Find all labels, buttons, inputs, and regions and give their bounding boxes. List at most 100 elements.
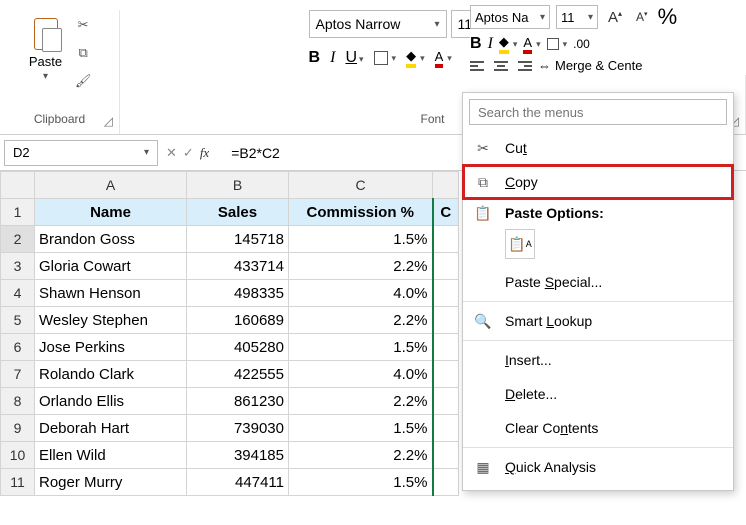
cell-commission[interactable]: 1.5% <box>289 226 433 253</box>
copy-icon[interactable]: ⧉ <box>72 42 94 64</box>
cell-sales[interactable]: 498335 <box>187 280 289 307</box>
align-left-icon[interactable] <box>470 59 484 73</box>
menu-search-input[interactable] <box>469 99 727 125</box>
italic-button[interactable]: I <box>330 49 335 67</box>
paste-option-default[interactable]: 📋A <box>505 229 535 259</box>
clipboard-launcher-icon[interactable]: ◿ <box>104 114 113 128</box>
cell-sales[interactable]: 394185 <box>187 442 289 469</box>
cell-d[interactable] <box>433 280 459 307</box>
row-header[interactable]: 6 <box>1 334 35 361</box>
row-header[interactable]: 8 <box>1 388 35 415</box>
cell-name[interactable]: Jose Perkins <box>35 334 187 361</box>
bold-button[interactable]: B <box>309 49 321 67</box>
align-right-icon[interactable] <box>518 59 532 73</box>
header-name[interactable]: Name <box>35 199 187 226</box>
decimal-button[interactable]: .00 <box>573 37 590 51</box>
format-painter-icon[interactable]: 🖌 <box>72 70 94 92</box>
paste-button[interactable]: Paste ▾ <box>25 10 66 86</box>
menu-item-copy[interactable]: ⧉ Copy <box>463 165 733 199</box>
cell-commission[interactable]: 1.5% <box>289 334 433 361</box>
header-commission[interactable]: Commission % <box>289 199 433 226</box>
cell-name[interactable]: Gloria Cowart <box>35 253 187 280</box>
mini-font-size-select[interactable]: 11▾ <box>556 5 598 29</box>
mini-fill-color-button[interactable]: ◆▾ <box>499 34 518 54</box>
cell-d[interactable] <box>433 334 459 361</box>
cell-name[interactable]: Brandon Goss <box>35 226 187 253</box>
row-header[interactable]: 7 <box>1 361 35 388</box>
cell-commission[interactable]: 4.0% <box>289 280 433 307</box>
row-header[interactable]: 2 <box>1 226 35 253</box>
menu-item-delete[interactable]: Delete... <box>463 377 733 411</box>
mini-shrink-font-button[interactable]: A▾ <box>632 10 652 24</box>
cell-sales[interactable]: 447411 <box>187 469 289 496</box>
cell-name[interactable]: Shawn Henson <box>35 280 187 307</box>
cell-d[interactable] <box>433 307 459 334</box>
cell-d[interactable] <box>433 388 459 415</box>
mini-font-color-button[interactable]: A▾ <box>523 35 540 54</box>
cell-sales[interactable]: 739030 <box>187 415 289 442</box>
cell-d[interactable] <box>433 442 459 469</box>
col-header-A[interactable]: A <box>35 172 187 199</box>
cell-name[interactable]: Rolando Clark <box>35 361 187 388</box>
cell-d[interactable] <box>433 469 459 496</box>
cell-name[interactable]: Orlando Ellis <box>35 388 187 415</box>
accept-formula-icon[interactable]: ✓ <box>183 145 194 161</box>
cell-commission[interactable]: 2.2% <box>289 253 433 280</box>
cell-commission[interactable]: 2.2% <box>289 388 433 415</box>
row-header[interactable]: 3 <box>1 253 35 280</box>
cell-name[interactable]: Roger Murry <box>35 469 187 496</box>
cell-d[interactable] <box>433 415 459 442</box>
cell-d[interactable] <box>433 226 459 253</box>
align-center-icon[interactable] <box>494 59 508 73</box>
cell-sales[interactable]: 861230 <box>187 388 289 415</box>
row-header[interactable]: 9 <box>1 415 35 442</box>
row-header[interactable]: 10 <box>1 442 35 469</box>
cell-commission[interactable]: 1.5% <box>289 415 433 442</box>
percent-button[interactable]: % <box>658 4 678 30</box>
cell-sales[interactable]: 160689 <box>187 307 289 334</box>
formula-input[interactable]: =B2*C2 <box>217 145 280 161</box>
header-d-partial[interactable]: C <box>433 199 459 226</box>
font-color-button[interactable]: A▾ <box>435 49 452 68</box>
cancel-formula-icon[interactable]: ✕ <box>166 145 177 161</box>
borders-button[interactable]: ▾ <box>374 51 397 65</box>
menu-item-paste-special[interactable]: Paste Special... <box>463 265 733 299</box>
menu-item-clear-contents[interactable]: Clear Contents <box>463 411 733 445</box>
row-header[interactable]: 11 <box>1 469 35 496</box>
cell-d[interactable] <box>433 253 459 280</box>
col-header-B[interactable]: B <box>187 172 289 199</box>
header-sales[interactable]: Sales <box>187 199 289 226</box>
row-header[interactable]: 4 <box>1 280 35 307</box>
cell-commission[interactable]: 2.2% <box>289 307 433 334</box>
cell-sales[interactable]: 433714 <box>187 253 289 280</box>
underline-button[interactable]: U▾ <box>345 49 363 67</box>
cell-commission[interactable]: 2.2% <box>289 442 433 469</box>
mini-italic-button[interactable]: I <box>488 35 493 53</box>
select-all-corner[interactable] <box>1 172 35 199</box>
menu-item-smart-lookup[interactable]: 🔍 Smart Lookup <box>463 304 733 338</box>
mini-bold-button[interactable]: B <box>470 35 482 53</box>
cell-sales[interactable]: 145718 <box>187 226 289 253</box>
fx-icon[interactable]: fx <box>200 145 209 161</box>
cell-sales[interactable]: 422555 <box>187 361 289 388</box>
menu-item-insert[interactable]: Insert... <box>463 343 733 377</box>
mini-grow-font-button[interactable]: A▴ <box>604 9 626 26</box>
name-box[interactable]: D2 ▾ <box>4 140 158 166</box>
cell-name[interactable]: Deborah Hart <box>35 415 187 442</box>
col-header-D-partial[interactable] <box>433 172 459 199</box>
cell-sales[interactable]: 405280 <box>187 334 289 361</box>
row-header[interactable]: 1 <box>1 199 35 226</box>
merge-center-button[interactable]: ⇔ Merge & Cente <box>538 58 642 73</box>
fill-color-button[interactable]: ◆▾ <box>406 48 425 68</box>
cell-commission[interactable]: 1.5% <box>289 469 433 496</box>
cell-d[interactable] <box>433 361 459 388</box>
menu-item-cut[interactable]: ✂ Cut <box>463 131 733 165</box>
cell-commission[interactable]: 4.0% <box>289 361 433 388</box>
mini-borders-button[interactable]: ▾ <box>547 38 568 50</box>
font-name-select[interactable]: Aptos Narrow ▾ <box>309 10 447 38</box>
cell-name[interactable]: Ellen Wild <box>35 442 187 469</box>
menu-item-quick-analysis[interactable]: ▦ Quick Analysis <box>463 450 733 484</box>
cell-name[interactable]: Wesley Stephen <box>35 307 187 334</box>
cut-icon[interactable]: ✂ <box>72 14 94 36</box>
mini-font-name-select[interactable]: Aptos Na▾ <box>470 5 550 29</box>
